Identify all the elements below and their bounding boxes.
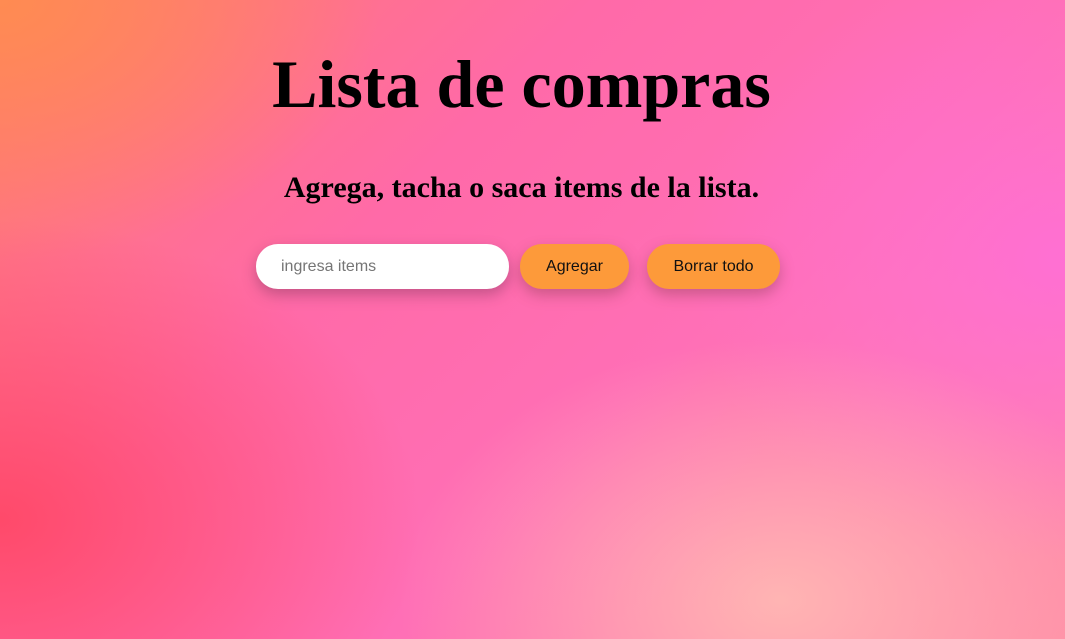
- page-title: Lista de compras: [272, 46, 771, 122]
- page-subtitle: Agrega, tacha o saca items de la lista.: [283, 171, 760, 204]
- page: Lista de compras Agrega, tacha o saca it…: [0, 0, 1065, 639]
- clear-all-button[interactable]: Borrar todo: [647, 244, 780, 289]
- add-button[interactable]: Agregar: [520, 244, 629, 289]
- item-input[interactable]: [256, 244, 509, 289]
